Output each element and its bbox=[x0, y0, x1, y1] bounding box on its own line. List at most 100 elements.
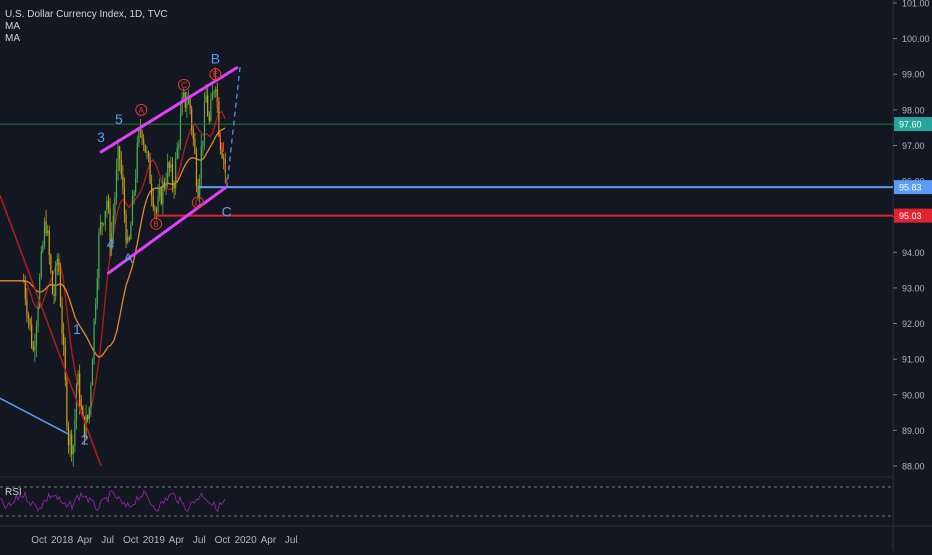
candle-body bbox=[135, 177, 137, 193]
candle-body bbox=[125, 214, 127, 243]
candle-body bbox=[138, 130, 140, 143]
candle-body bbox=[119, 146, 121, 160]
candle-body bbox=[195, 153, 198, 187]
candle-body bbox=[104, 210, 106, 224]
price-tick-label: 90.00 bbox=[902, 390, 925, 400]
candle-body bbox=[90, 385, 92, 408]
candle-body bbox=[128, 237, 130, 240]
rsi-line bbox=[0, 490, 226, 513]
wave-label: C bbox=[222, 204, 232, 220]
time-tick-label: Jul bbox=[193, 535, 206, 546]
symbol-title[interactable]: U.S. Dollar Currency Index, 1D, TVC bbox=[5, 9, 168, 21]
candle-body bbox=[31, 324, 33, 348]
price-tick-label: 101.00 bbox=[902, 0, 930, 9]
candle-body bbox=[186, 104, 188, 108]
price-badge-label: 97.60 bbox=[899, 120, 922, 130]
circle-label: B bbox=[153, 220, 158, 229]
candle-body bbox=[155, 209, 158, 212]
candle-body bbox=[74, 419, 76, 446]
candle-body bbox=[211, 93, 214, 100]
candle-body bbox=[213, 91, 215, 94]
candle-body bbox=[208, 115, 210, 121]
wave-label: 1 bbox=[73, 321, 81, 337]
candle-body bbox=[183, 92, 185, 98]
candle-body bbox=[200, 145, 202, 179]
candle-body bbox=[175, 158, 177, 189]
candle-body bbox=[48, 230, 50, 256]
candle-body bbox=[210, 99, 212, 121]
candle-body bbox=[69, 434, 71, 446]
price-chart[interactable]: 88.0089.0090.0091.0092.0093.0094.0095.00… bbox=[0, 0, 932, 550]
candle-body bbox=[95, 304, 97, 320]
candle-body bbox=[71, 434, 73, 455]
candle-body bbox=[215, 89, 217, 92]
time-tick-label: Apr bbox=[77, 535, 93, 546]
candle-body bbox=[147, 151, 150, 158]
candle-body bbox=[56, 258, 58, 265]
candle-body bbox=[43, 221, 46, 245]
wave-label: A bbox=[124, 250, 134, 266]
circle-label: C bbox=[181, 81, 187, 90]
time-tick-label: 2018 bbox=[51, 535, 74, 546]
time-axis: Oct 2018 Apr Jul Oct 2019 Apr Jul Oct 2020 Apr Jul bbox=[0, 525, 932, 546]
candle-body bbox=[127, 237, 129, 243]
candle-body bbox=[40, 251, 42, 277]
candle-body bbox=[149, 157, 151, 184]
candle-body bbox=[160, 188, 162, 205]
ma-indicator-2[interactable]: MA bbox=[5, 33, 168, 45]
candle-body bbox=[79, 373, 81, 406]
time-tick-label: Apr bbox=[169, 535, 185, 546]
candle-body bbox=[141, 130, 143, 140]
candle-body bbox=[91, 359, 94, 386]
candle-body bbox=[207, 95, 209, 116]
price-tick-label: 94.00 bbox=[902, 248, 925, 258]
ma-indicator-1[interactable]: MA bbox=[5, 21, 168, 33]
time-tick-label: 2020 bbox=[234, 535, 257, 546]
candle-body bbox=[203, 102, 206, 141]
candle-body bbox=[179, 114, 182, 145]
wave-label: 4 bbox=[107, 236, 115, 252]
candle-body bbox=[178, 144, 180, 148]
candle-body bbox=[101, 222, 103, 225]
candle-body bbox=[157, 196, 159, 212]
candle-body bbox=[114, 198, 116, 216]
time-tick-label: Apr bbox=[261, 535, 277, 546]
candle-body bbox=[167, 162, 169, 185]
price-tick-label: 100.00 bbox=[902, 34, 930, 44]
time-tick-label: 2019 bbox=[143, 535, 166, 546]
candle-body bbox=[159, 188, 161, 197]
candle-body bbox=[115, 170, 118, 199]
candle-body bbox=[93, 319, 95, 360]
candle-body bbox=[67, 426, 70, 446]
candle-body bbox=[123, 188, 126, 215]
price-tick-label: 88.00 bbox=[902, 462, 925, 472]
price-axis: 88.0089.0090.0091.0092.0093.0094.0095.00… bbox=[892, 0, 930, 550]
chart-area[interactable]: 88.0089.0090.0091.0092.0093.0094.0095.00… bbox=[0, 0, 932, 550]
candle-body bbox=[58, 258, 60, 272]
candle-body bbox=[191, 108, 193, 129]
price-badges: 97.60 95.83 95.03 bbox=[894, 117, 932, 223]
price-tick-label: 89.00 bbox=[902, 426, 925, 436]
candle-body bbox=[34, 345, 36, 350]
candle-body bbox=[55, 264, 57, 297]
candle-body bbox=[106, 200, 108, 211]
candle-body bbox=[72, 445, 74, 455]
candle-body bbox=[29, 318, 31, 325]
candle-body bbox=[87, 415, 89, 420]
candle-body bbox=[170, 164, 172, 168]
rsi-label[interactable]: RSI bbox=[5, 487, 22, 498]
candle-body bbox=[151, 183, 153, 196]
price-tick-label: 98.00 bbox=[902, 105, 925, 115]
candle-body bbox=[45, 221, 47, 234]
candle-body bbox=[64, 345, 66, 380]
wave-label: 2 bbox=[81, 432, 89, 448]
candle-body bbox=[192, 128, 194, 140]
candle-body bbox=[50, 255, 52, 272]
candle-body bbox=[173, 185, 175, 189]
candle-body bbox=[112, 215, 114, 234]
candle-body bbox=[51, 271, 54, 295]
price-tick-label: 92.00 bbox=[902, 319, 925, 329]
wave-label: B bbox=[211, 51, 220, 67]
candle-body bbox=[165, 184, 167, 188]
candle-body bbox=[99, 222, 102, 232]
